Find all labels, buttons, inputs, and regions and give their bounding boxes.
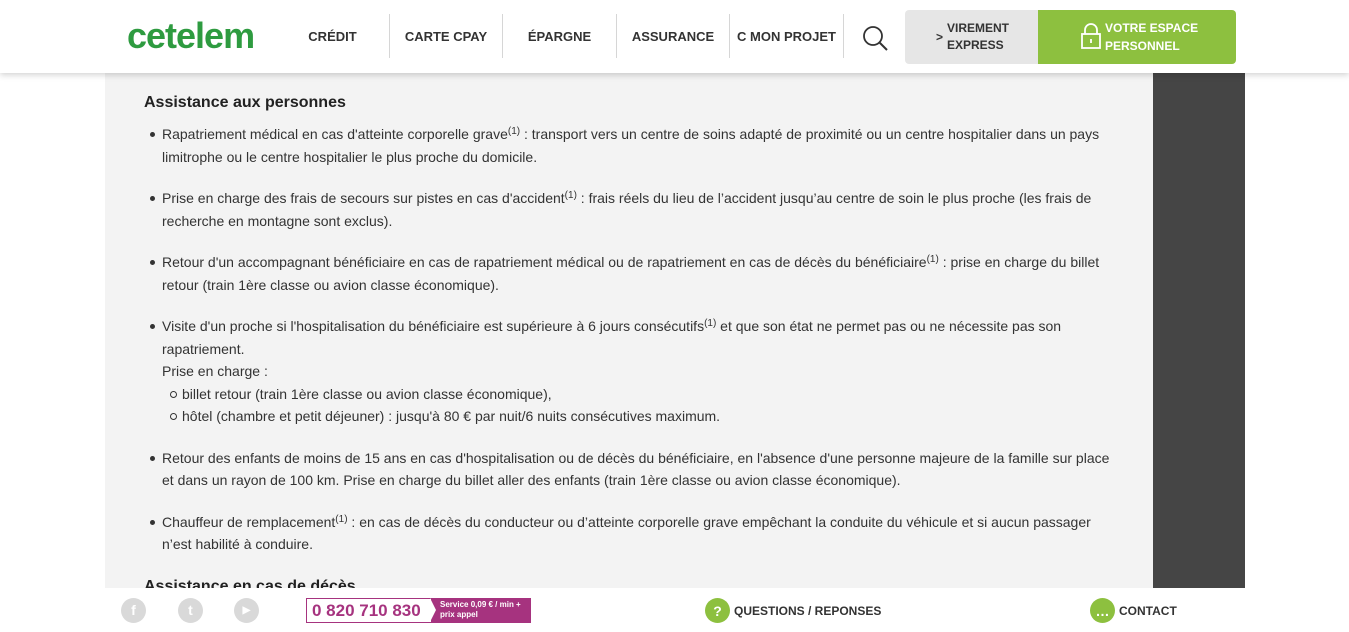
- espace-personnel-label: VOTRE ESPACE PERSONNEL: [1105, 21, 1199, 53]
- nav-item-assurance[interactable]: ASSURANCE: [617, 14, 730, 58]
- facebook-icon[interactable]: f: [121, 598, 146, 623]
- right-dark-panel: [1153, 73, 1245, 590]
- site-header: cetelem CRÉDIT CARTE CPAY ÉPARGNE ASSURA…: [0, 0, 1349, 73]
- assistance-list: Rapatriement médical en cas d'atteinte c…: [150, 123, 1122, 575]
- twitter-icon[interactable]: t: [178, 598, 203, 623]
- lock-icon: [1080, 22, 1102, 50]
- main-nav: CRÉDIT CARTE CPAY ÉPARGNE ASSURANCE C MO…: [276, 14, 844, 58]
- content-panel: Assistance aux personnes Rapatriement mé…: [105, 73, 1153, 590]
- youtube-icon[interactable]: ▶: [234, 598, 259, 623]
- list-item: Visite d'un proche si l'hospitalisation …: [150, 315, 1122, 428]
- faq-label: QUESTIONS / REPONSES: [734, 603, 882, 618]
- search-icon[interactable]: [858, 22, 892, 56]
- virement-express-button[interactable]: > VIREMENT EXPRESS: [905, 10, 1039, 64]
- sticky-footer: f t ▶ 0 820 710 830 Service 0,09 € / min…: [0, 588, 1349, 632]
- list-item: Prise en charge des frais de secours sur…: [150, 187, 1122, 232]
- contact-label: CONTACT: [1119, 603, 1177, 618]
- cetelem-logo[interactable]: cetelem: [127, 16, 255, 56]
- virement-express-label: VIREMENT EXPRESS: [947, 21, 1010, 52]
- list-item: Retour des enfants de moins de 15 ans en…: [150, 447, 1122, 492]
- nav-item-epargne[interactable]: ÉPARGNE: [503, 14, 617, 58]
- sub-list-item: hôtel (chambre et petit déjeuner) : jusq…: [170, 405, 1122, 428]
- nav-item-credit[interactable]: CRÉDIT: [276, 14, 390, 58]
- faq-link[interactable]: ? QUESTIONS / REPONSES: [705, 598, 881, 623]
- question-icon: ?: [705, 598, 730, 623]
- nav-item-c-mon-projet[interactable]: C MON PROJET: [730, 14, 844, 58]
- phone-price-tag: Service 0,09 € / min + prix appel: [430, 598, 531, 623]
- list-item: Retour d'un accompagnant bénéficiaire en…: [150, 251, 1122, 296]
- sub-list-item: billet retour (train 1ère classe ou avio…: [170, 383, 1122, 406]
- phone-number-banner[interactable]: 0 820 710 830 Service 0,09 € / min + pri…: [306, 598, 531, 623]
- list-item-extra: Prise en charge :: [162, 363, 268, 379]
- section-title: Assistance aux personnes: [144, 94, 346, 111]
- sub-list: billet retour (train 1ère classe ou avio…: [170, 383, 1122, 428]
- list-item: Chauffeur de remplacement(1) : en cas de…: [150, 511, 1122, 556]
- chevron-right-icon: >: [936, 30, 944, 44]
- nav-item-carte-cpay[interactable]: CARTE CPAY: [390, 14, 503, 58]
- espace-personnel-button[interactable]: VOTRE ESPACE PERSONNEL: [1038, 10, 1236, 64]
- phone-number: 0 820 710 830: [312, 601, 421, 620]
- chat-bubble-icon: …: [1090, 598, 1115, 623]
- list-item: Rapatriement médical en cas d'atteinte c…: [150, 123, 1122, 168]
- contact-link[interactable]: … CONTACT: [1090, 598, 1177, 623]
